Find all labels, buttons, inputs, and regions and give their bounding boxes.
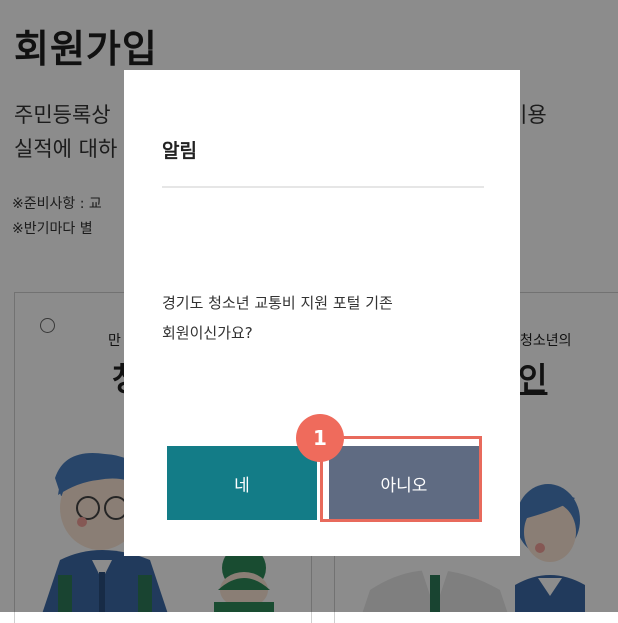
highlight-box — [320, 436, 482, 522]
dialog-title: 알림 — [162, 140, 197, 162]
dialog-message: 경기도 청소년 교통비 지원 포털 기존 회원이신가요? — [162, 294, 393, 342]
step-number-badge: 1 — [296, 414, 344, 462]
dialog-divider — [162, 186, 484, 188]
yes-button[interactable]: 네 — [167, 446, 317, 520]
